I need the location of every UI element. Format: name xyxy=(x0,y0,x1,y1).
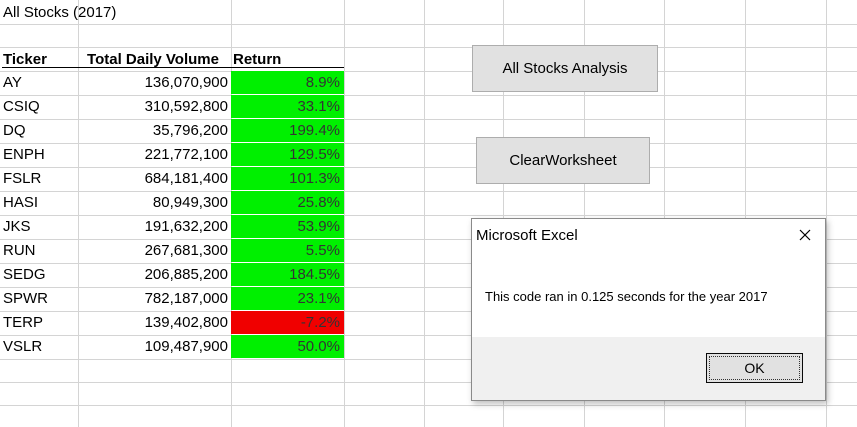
ticker-cell[interactable]: SEDG xyxy=(3,263,77,286)
message-dialog: Microsoft Excel This code ran in 0.125 s… xyxy=(471,218,826,401)
return-cell[interactable]: 53.9% xyxy=(231,215,344,238)
ticker-cell[interactable]: HASI xyxy=(3,191,77,214)
dialog-message: This code ran in 0.125 seconds for the y… xyxy=(485,289,768,304)
ticker-cell[interactable]: JKS xyxy=(3,215,77,238)
return-cell[interactable]: 5.5% xyxy=(231,239,344,262)
all-stocks-analysis-button[interactable]: All Stocks Analysis xyxy=(472,45,658,92)
ticker-cell[interactable]: RUN xyxy=(3,239,77,262)
volume-cell[interactable]: 35,796,200 xyxy=(78,119,228,142)
return-value: 184.5% xyxy=(289,266,340,283)
return-cell[interactable]: 199.4% xyxy=(231,119,344,142)
clear-worksheet-button[interactable]: ClearWorksheet xyxy=(476,137,650,184)
volume-cell[interactable]: 267,681,300 xyxy=(78,239,228,262)
return-cell[interactable]: -7.2% xyxy=(231,311,344,334)
return-value: 8.9% xyxy=(305,74,340,91)
return-value: 23.1% xyxy=(297,290,340,307)
return-value: 199.4% xyxy=(289,122,340,139)
return-cell[interactable]: 8.9% xyxy=(231,71,344,94)
return-cell[interactable]: 50.0% xyxy=(231,335,344,358)
volume-cell[interactable]: 782,187,000 xyxy=(78,287,228,310)
return-cell[interactable]: 184.5% xyxy=(231,263,344,286)
grid-row-line xyxy=(0,405,857,406)
volume-cell[interactable]: 684,181,400 xyxy=(78,167,228,190)
return-value: 33.1% xyxy=(297,98,340,115)
grid-row-line xyxy=(0,24,857,25)
volume-cell[interactable]: 310,592,800 xyxy=(78,95,228,118)
return-value: 50.0% xyxy=(297,338,340,355)
volume-cell[interactable]: 139,402,800 xyxy=(78,311,228,334)
volume-cell[interactable]: 191,632,200 xyxy=(78,215,228,238)
volume-cell[interactable]: 206,885,200 xyxy=(78,263,228,286)
ticker-cell[interactable]: AY xyxy=(3,71,77,94)
close-icon[interactable] xyxy=(795,225,815,245)
return-cell[interactable]: 101.3% xyxy=(231,167,344,190)
return-value: 5.5% xyxy=(305,242,340,259)
grid-column-line xyxy=(826,0,827,427)
return-cell[interactable]: 25.8% xyxy=(231,191,344,214)
header-underline xyxy=(2,67,344,68)
volume-cell[interactable]: 136,070,900 xyxy=(78,71,228,94)
ok-button[interactable]: OK xyxy=(706,353,803,383)
return-value: -7.2% xyxy=(300,314,340,331)
grid-column-line xyxy=(344,0,345,427)
ticker-cell[interactable]: FSLR xyxy=(3,167,77,190)
grid-column-line xyxy=(424,0,425,427)
ticker-cell[interactable]: TERP xyxy=(3,311,77,334)
return-value: 25.8% xyxy=(297,194,340,211)
return-value: 129.5% xyxy=(289,146,340,163)
dialog-footer: OK xyxy=(472,337,825,400)
ticker-cell[interactable]: CSIQ xyxy=(3,95,77,118)
ticker-cell[interactable]: VSLR xyxy=(3,335,77,358)
ticker-cell[interactable]: ENPH xyxy=(3,143,77,166)
volume-cell[interactable]: 80,949,300 xyxy=(78,191,228,214)
ticker-cell[interactable]: DQ xyxy=(3,119,77,142)
ticker-cell[interactable]: SPWR xyxy=(3,287,77,310)
return-cell[interactable]: 33.1% xyxy=(231,95,344,118)
volume-cell[interactable]: 109,487,900 xyxy=(78,335,228,358)
volume-cell[interactable]: 221,772,100 xyxy=(78,143,228,166)
dialog-title: Microsoft Excel xyxy=(476,227,578,244)
sheet-title: All Stocks (2017) xyxy=(3,4,117,21)
return-value: 101.3% xyxy=(289,170,340,187)
return-cell[interactable]: 129.5% xyxy=(231,143,344,166)
return-value: 53.9% xyxy=(297,218,340,235)
return-cell[interactable]: 23.1% xyxy=(231,287,344,310)
